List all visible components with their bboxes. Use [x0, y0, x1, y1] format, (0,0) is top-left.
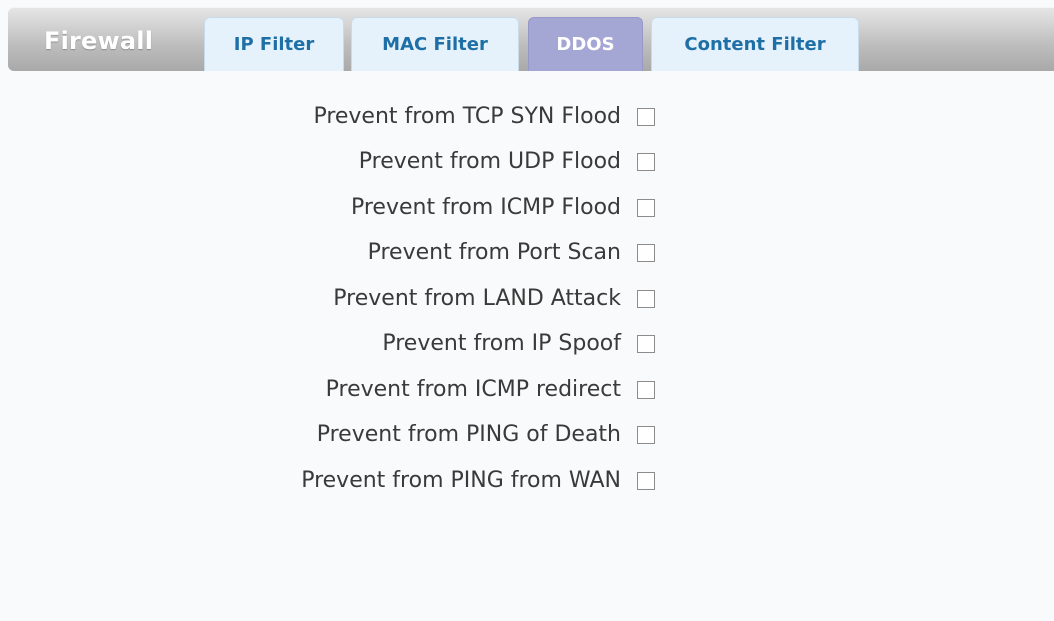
option-label-udp-flood: Prevent from UDP Flood — [358, 149, 621, 174]
option-row-land-attack: Prevent from LAND Attack — [0, 284, 1054, 314]
option-label-ping-of-death: Prevent from PING of Death — [316, 422, 621, 447]
option-label-icmp-flood: Prevent from ICMP Flood — [350, 195, 621, 220]
option-row-icmp-flood: Prevent from ICMP Flood — [0, 193, 1054, 223]
firewall-page: Firewall IP Filter MAC Filter DDOS Conte… — [0, 0, 1054, 621]
checkbox-udp-flood[interactable] — [637, 153, 655, 171]
option-row-ping-of-death: Prevent from PING of Death — [0, 420, 1054, 450]
option-label-ping-from-wan: Prevent from PING from WAN — [301, 468, 621, 493]
option-label-land-attack: Prevent from LAND Attack — [333, 286, 621, 311]
checkbox-ip-spoof[interactable] — [637, 335, 655, 353]
tab-ddos[interactable]: DDOS — [528, 17, 643, 71]
option-row-port-scan: Prevent from Port Scan — [0, 238, 1054, 268]
option-row-icmp-redirect: Prevent from ICMP redirect — [0, 375, 1054, 405]
option-row-ping-from-wan: Prevent from PING from WAN — [0, 466, 1054, 496]
option-label-ip-spoof: Prevent from IP Spoof — [382, 331, 621, 356]
checkbox-ping-of-death[interactable] — [637, 426, 655, 444]
checkbox-tcp-syn-flood[interactable] — [637, 108, 655, 126]
option-row-tcp-syn-flood: Prevent from TCP SYN Flood — [0, 102, 1054, 132]
checkbox-land-attack[interactable] — [637, 290, 655, 308]
tab-mac-filter[interactable]: MAC Filter — [351, 17, 519, 71]
option-label-icmp-redirect: Prevent from ICMP redirect — [325, 377, 621, 402]
option-label-tcp-syn-flood: Prevent from TCP SYN Flood — [313, 104, 621, 129]
checkbox-icmp-redirect[interactable] — [637, 381, 655, 399]
checkbox-icmp-flood[interactable] — [637, 199, 655, 217]
option-label-port-scan: Prevent from Port Scan — [367, 240, 621, 265]
option-row-udp-flood: Prevent from UDP Flood — [0, 147, 1054, 177]
page-title: Firewall — [44, 27, 154, 55]
checkbox-ping-from-wan[interactable] — [637, 472, 655, 490]
tab-content-filter[interactable]: Content Filter — [651, 17, 859, 71]
option-row-ip-spoof: Prevent from IP Spoof — [0, 329, 1054, 359]
tab-ip-filter[interactable]: IP Filter — [204, 17, 344, 71]
checkbox-port-scan[interactable] — [637, 244, 655, 262]
